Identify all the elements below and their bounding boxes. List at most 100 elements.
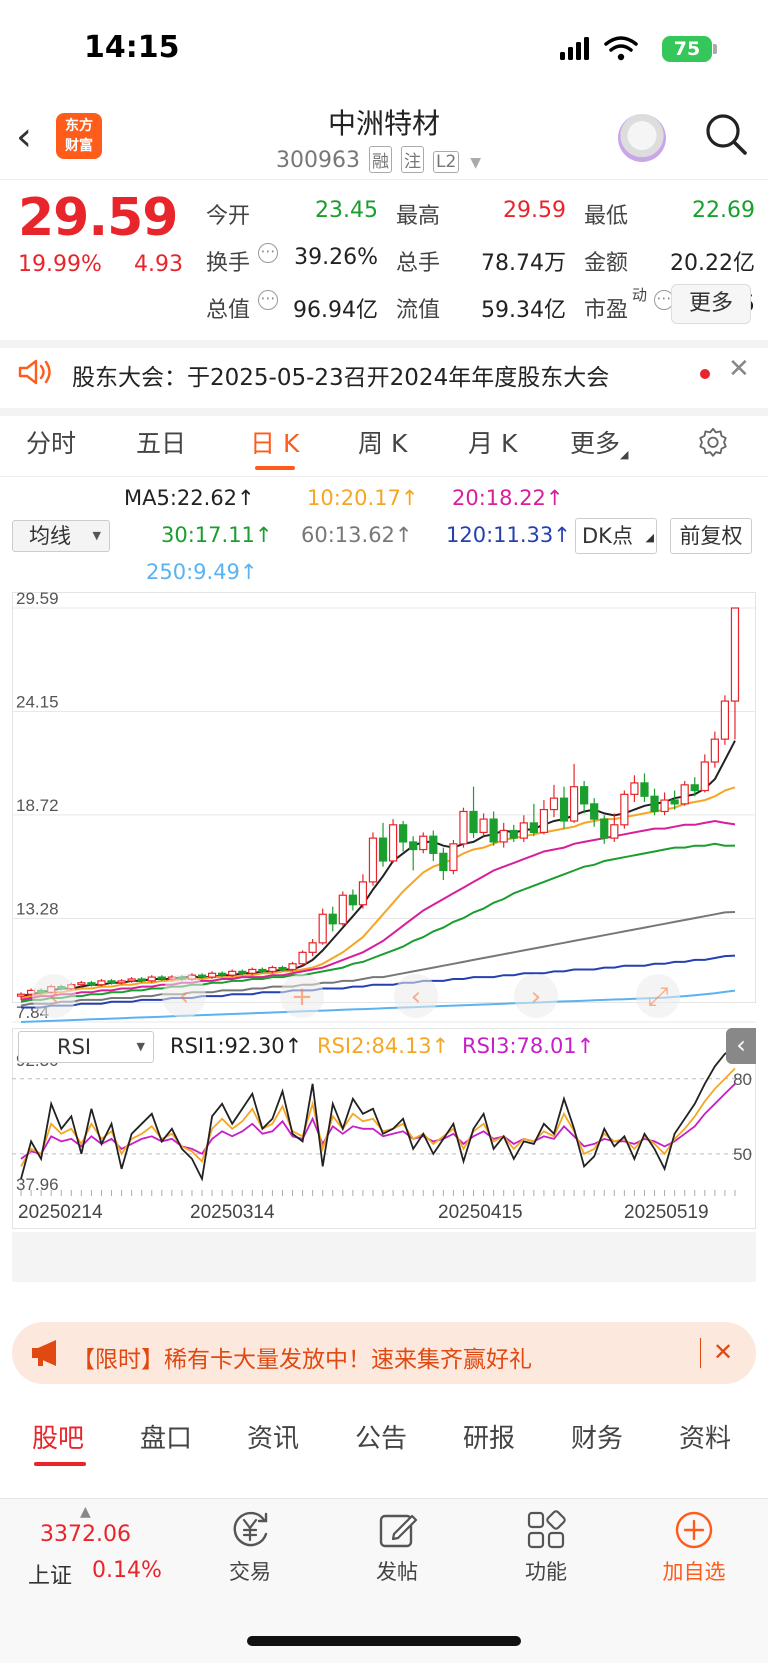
- ma120-value: 120:11.33↑: [446, 523, 571, 547]
- forward-adjust-button[interactable]: 前复权: [670, 518, 752, 554]
- rsi1-value: RSI1:92.30↑: [170, 1034, 303, 1058]
- index-value[interactable]: 3372.06: [40, 1522, 131, 1547]
- nav-left-icon[interactable]: ‹: [179, 982, 189, 1012]
- tab-research[interactable]: 研报: [463, 1418, 515, 1455]
- promo-banner-text[interactable]: 【限时】稀有卡大量发放中！速来集齐赢好礼: [72, 1340, 532, 1374]
- candle-up: [569, 786, 579, 822]
- candle-up: [479, 818, 488, 834]
- candle-down: [509, 829, 518, 839]
- home-indicator: [247, 1636, 521, 1646]
- crosshair-icon[interactable]: +: [291, 982, 313, 1012]
- candle-down: [409, 841, 418, 851]
- dock-trade-label[interactable]: 交易: [200, 1556, 300, 1586]
- indicator-select-ma[interactable]: 均线 ▼: [12, 520, 110, 552]
- grid-icon[interactable]: [526, 1510, 566, 1550]
- dock-add-watchlist-label[interactable]: 加自选: [644, 1556, 744, 1586]
- prev-icon[interactable]: ‹: [411, 982, 421, 1012]
- caret-down-icon[interactable]: ▼: [470, 155, 481, 171]
- tab-more[interactable]: 更多◢: [570, 424, 628, 461]
- stat-value: 22.69: [692, 198, 755, 223]
- collapse-panel-chevron-icon[interactable]: ‹: [726, 1028, 756, 1064]
- ma60-value: 60:13.62↑: [301, 523, 413, 547]
- candle-up: [519, 822, 528, 839]
- search-icon[interactable]: [704, 112, 748, 156]
- notice-text[interactable]: 股东大会：于2025-05-23召开2024年年度股东大会: [72, 358, 609, 392]
- settings-gear-icon[interactable]: [696, 426, 730, 460]
- close-icon[interactable]: ✕: [728, 354, 750, 384]
- stat-value: 20.22亿: [670, 251, 755, 276]
- candle-down: [580, 786, 589, 805]
- candle-down: [378, 837, 388, 862]
- candle-up: [459, 810, 468, 845]
- candle-down: [197, 974, 207, 978]
- candle-down: [469, 810, 478, 834]
- tab-news[interactable]: 资讯: [247, 1418, 299, 1455]
- candle-down: [429, 835, 438, 854]
- price-tick-label: 29.59: [16, 592, 59, 608]
- tab-weekly-k[interactable]: 周 K: [358, 424, 407, 460]
- more-stats-button[interactable]: 更多: [671, 284, 751, 324]
- candle-up: [610, 824, 619, 839]
- close-icon[interactable]: ✕: [713, 1338, 733, 1366]
- index-change[interactable]: 0.14%: [92, 1558, 162, 1583]
- nav-left-icon[interactable]: ‹: [49, 982, 59, 1012]
- candle-down: [348, 894, 357, 906]
- index-name[interactable]: 上证: [28, 1558, 72, 1590]
- candle-up: [248, 968, 257, 974]
- tab-guba[interactable]: 股吧: [32, 1418, 84, 1455]
- date-tick-label: 20250214: [18, 1202, 103, 1223]
- stock-code-row[interactable]: 300963 融 注 L2 ▼: [276, 146, 481, 173]
- indicator-select-rsi[interactable]: RSI ▼: [18, 1031, 154, 1063]
- next-icon[interactable]: ›: [531, 982, 541, 1012]
- active-tab-indicator: [255, 466, 295, 470]
- assistant-robot-icon[interactable]: [618, 114, 666, 162]
- stat-value: 59.34亿: [481, 298, 566, 323]
- candle-down: [690, 784, 699, 792]
- info-dots-icon[interactable]: ⋯: [258, 290, 278, 310]
- tab-financials[interactable]: 财务: [571, 1418, 623, 1455]
- stat-label: 今开: [206, 204, 251, 229]
- stat-label: 总手: [396, 251, 441, 276]
- candle-down: [218, 972, 227, 976]
- rsi-ref-label: 80: [733, 1070, 752, 1089]
- date-tick-label: 20250415: [438, 1202, 523, 1223]
- tab-monthly-k[interactable]: 月 K: [468, 424, 517, 460]
- stat-label: 金额: [584, 251, 629, 276]
- candle-up: [318, 913, 327, 944]
- expand-icon[interactable]: ⤢: [648, 982, 669, 1012]
- candle-up: [97, 980, 106, 986]
- tab-five-day[interactable]: 五日: [136, 424, 186, 460]
- ma250-text: 250:9.49: [146, 560, 240, 584]
- candle-down: [278, 966, 287, 971]
- signal-wifi-icon: [560, 36, 638, 61]
- candle-down: [559, 797, 569, 822]
- ma-line-ma20: [20, 819, 736, 1001]
- candle-up: [368, 837, 378, 883]
- kline-chart[interactable]: 29.5924.1518.7213.287.84‹‹+‹›⤢805092.303…: [12, 592, 756, 1308]
- tab-announcements[interactable]: 公告: [355, 1418, 407, 1455]
- candle-up: [449, 843, 458, 872]
- tab-intraday[interactable]: 分时: [26, 424, 76, 460]
- date-tick-label: 20250519: [624, 1202, 709, 1223]
- stat-label: 换手: [206, 251, 251, 276]
- candle-down: [399, 824, 408, 843]
- ma10-value: 10:20.17↑: [307, 486, 419, 510]
- rsi2-value: RSI2:84.13↑: [317, 1034, 450, 1058]
- plus-circle-icon[interactable]: [674, 1510, 714, 1550]
- dock-post-label[interactable]: 发帖: [347, 1556, 447, 1586]
- tab-daily-k[interactable]: 日 K: [250, 424, 299, 460]
- tab-order-book[interactable]: 盘口: [140, 1418, 192, 1455]
- yen-icon[interactable]: [230, 1510, 272, 1550]
- rsi-line-rsi2: [20, 1067, 736, 1167]
- dock-functions-label[interactable]: 功能: [496, 1556, 596, 1586]
- rsi2-text: RSI2:84.13: [317, 1034, 432, 1058]
- ma-line-ma5: [20, 740, 736, 998]
- dk-point-button[interactable]: DK点 ◢: [575, 518, 657, 554]
- tab-profile[interactable]: 资料: [679, 1418, 731, 1455]
- edit-icon[interactable]: [378, 1510, 418, 1550]
- candle-down: [87, 982, 96, 986]
- candle-down: [640, 782, 649, 797]
- candle-up: [77, 982, 86, 986]
- info-dots-icon[interactable]: ⋯: [258, 243, 278, 263]
- price-tick-label: 18.72: [16, 796, 59, 815]
